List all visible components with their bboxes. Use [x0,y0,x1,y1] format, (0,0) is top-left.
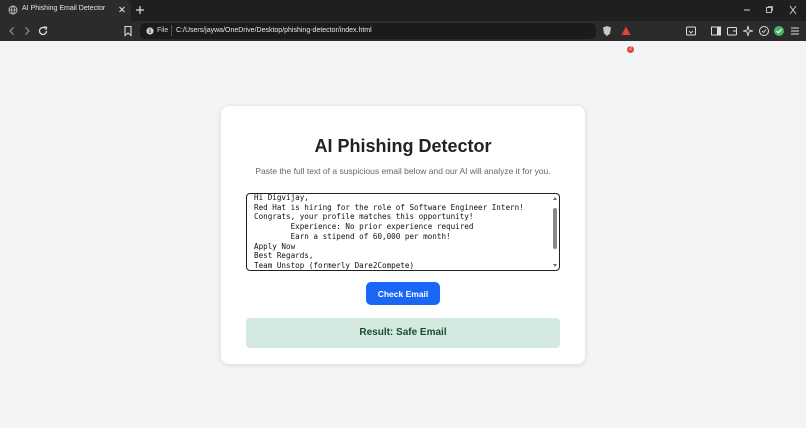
result-banner: Result: Safe Email [246,318,560,348]
sidebar-icon[interactable] [709,24,723,38]
ai-sparkle-icon[interactable] [741,24,755,38]
scroll-down-arrow-icon[interactable] [553,264,557,267]
url-text[interactable]: C:/Users/jaywa/OneDrive/Desktop/phishing… [176,27,372,34]
close-icon[interactable] [117,4,127,15]
page-subtitle: Paste the full text of a suspicious emai… [255,166,551,176]
reload-icon[interactable] [36,24,50,38]
close-icon[interactable] [786,4,800,16]
info-icon[interactable] [146,27,154,35]
scrollbar[interactable] [552,196,558,268]
page-title: AI Phishing Detector [314,136,492,156]
vpn-icon[interactable] [757,24,771,38]
tab-title: AI Phishing Email Detector [22,5,106,12]
minimize-icon[interactable] [740,4,754,16]
bookmark-icon[interactable] [121,24,135,38]
email-text: Hi Digvijay, Red Hat is hiring for the r… [254,193,524,270]
detector-card: AI Phishing Detector Paste the full text… [221,106,585,364]
notification-badge: 2 [627,46,634,53]
extension-icon[interactable] [772,24,786,38]
rewards-icon[interactable] [619,24,633,38]
menu-icon[interactable] [788,24,802,38]
tab-strip: AI Phishing Email Detector [0,0,806,21]
forward-icon[interactable] [20,24,34,38]
brave-shield-icon[interactable] [600,24,614,38]
back-icon[interactable] [5,24,19,38]
wallet-icon[interactable] [725,24,739,38]
browser-tab[interactable]: AI Phishing Email Detector [0,0,131,21]
email-textarea[interactable]: Hi Digvijay, Red Hat is hiring for the r… [246,193,560,271]
address-divider [171,25,172,36]
plus-icon[interactable] [134,3,146,17]
scrollbar-thumb[interactable] [553,208,557,249]
globe-icon [8,5,18,15]
restore-icon[interactable] [762,4,776,16]
check-email-button[interactable]: Check Email [366,282,440,305]
scroll-up-arrow-icon[interactable] [553,197,557,200]
url-scheme-label: File [157,27,169,34]
cast-icon[interactable] [684,24,698,38]
